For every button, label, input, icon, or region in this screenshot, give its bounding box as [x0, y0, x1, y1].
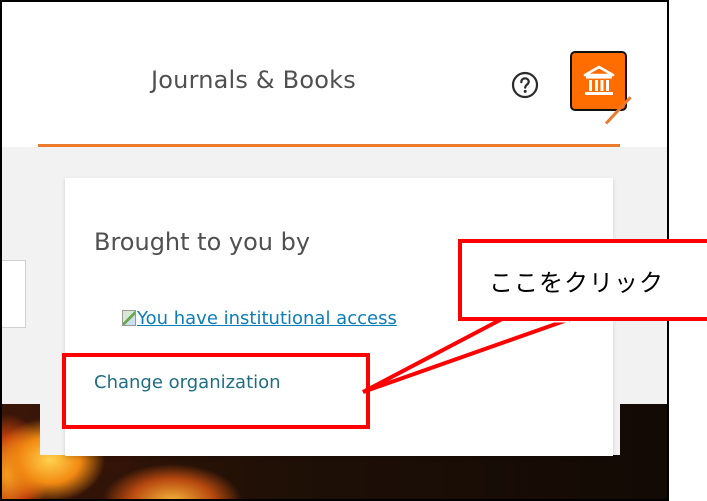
question-circle-icon[interactable]	[511, 71, 539, 99]
highlight-rectangle	[62, 353, 370, 429]
callout-box: ここをクリック	[458, 239, 707, 321]
brought-to-you-by-heading: Brought to you by	[94, 228, 311, 256]
journals-books-link[interactable]: Journals & Books	[151, 66, 356, 94]
institutional-access-link[interactable]: You have institutional access	[122, 308, 397, 329]
broken-image-icon	[122, 310, 136, 326]
search-field-partial[interactable]	[2, 260, 26, 328]
institutional-access-text: You have institutional access	[137, 308, 397, 329]
callout-text: ここをクリック	[489, 268, 664, 297]
dropdown-underline	[38, 144, 620, 147]
top-header: Journals & Books	[2, 2, 667, 152]
institution-icon	[583, 65, 614, 95]
institution-button[interactable]	[570, 51, 627, 111]
